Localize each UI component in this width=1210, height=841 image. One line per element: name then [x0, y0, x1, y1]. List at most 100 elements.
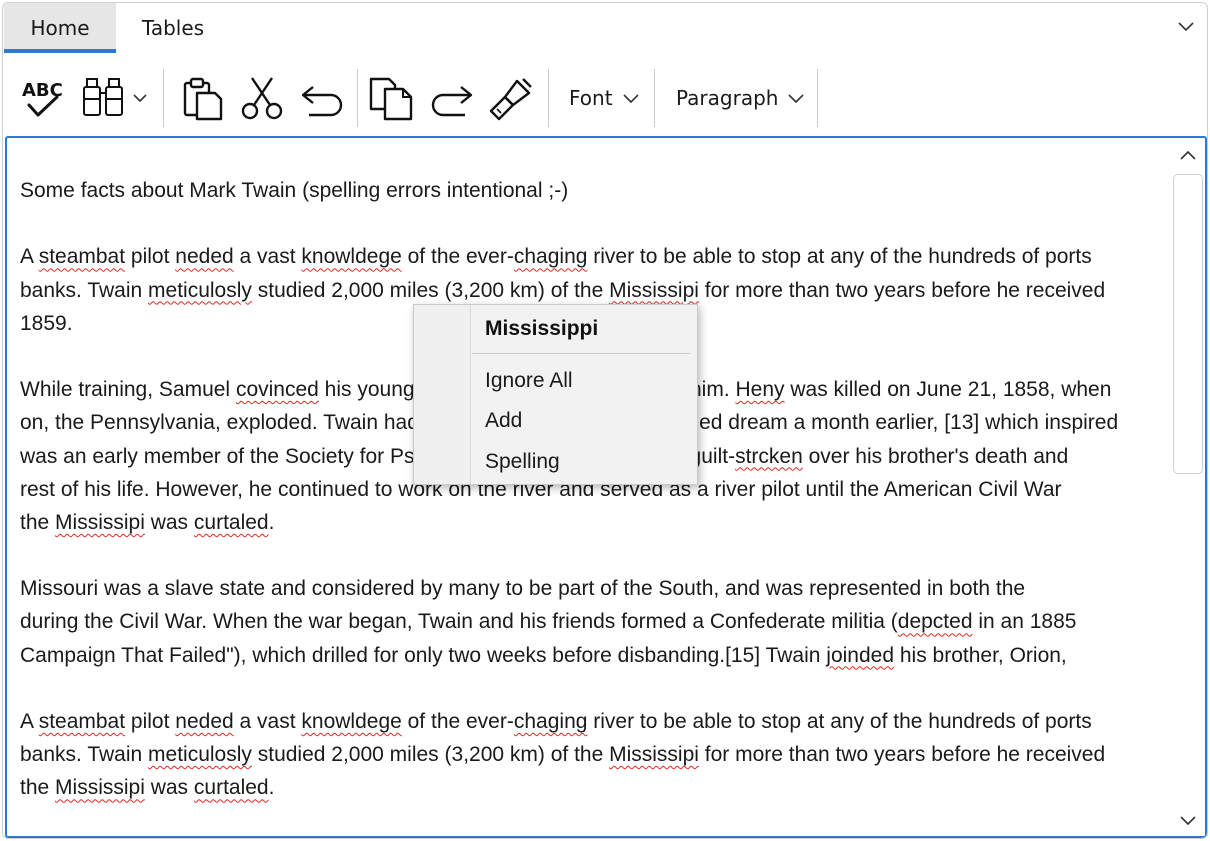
tab-tables-label: Tables [141, 16, 205, 40]
collapse-ribbon-button[interactable] [1173, 13, 1199, 39]
copy-button[interactable] [365, 73, 417, 123]
document-content[interactable]: Some facts about Mark Twain (spelling er… [20, 174, 1180, 836]
text-run: banks. Twain [20, 743, 149, 767]
spelling-suggestion-item[interactable]: Mississippi [485, 317, 598, 341]
cut-button[interactable] [237, 73, 287, 123]
text-run: the [20, 776, 56, 800]
text-run: river to be able to stop at any of the h… [587, 245, 1092, 269]
scroll-thumb[interactable] [1173, 174, 1203, 474]
text-run: studied 2,000 miles (3,200 km) of the [251, 743, 610, 767]
misspelled-word[interactable]: Mississipi [609, 743, 699, 766]
text-run: in an 1885 [972, 610, 1077, 634]
misspelled-word[interactable]: covinced [236, 378, 319, 401]
text-line: Missouri was a slave state and considere… [20, 572, 1180, 605]
text-run: a vast [233, 710, 302, 733]
font-dropdown[interactable]: Font [569, 73, 639, 123]
misspelled-word[interactable]: Mississipi [55, 776, 145, 799]
text-line: during the Civil War. When the war began… [20, 605, 1180, 638]
scroll-down-button[interactable] [1176, 810, 1200, 830]
tab-home-label: Home [30, 16, 90, 40]
text-line: the Mississipi was curtaled. [20, 506, 1180, 539]
tab-tables[interactable]: Tables [116, 3, 230, 53]
redo-button[interactable] [425, 73, 477, 123]
document-paragraph: A steambat pilot neded a vast knowldege … [20, 705, 1180, 805]
misspelled-word[interactable]: curtaled [194, 776, 269, 799]
ignore-all-menu-item[interactable]: Ignore All [485, 369, 573, 393]
misspelled-word[interactable]: steambat [39, 245, 125, 268]
text-run: for more than two years before he receiv… [698, 278, 1106, 302]
font-dropdown-label: Font [569, 86, 613, 110]
paragraph-dropdown-label: Paragraph [676, 86, 779, 110]
document-paragraph: Some facts about Mark Twain (spelling er… [20, 174, 1180, 207]
text-run: was [144, 776, 194, 800]
misspelled-word[interactable]: neded [175, 710, 233, 733]
toolbar-separator [654, 69, 655, 127]
document-editor[interactable]: Some facts about Mark Twain (spelling er… [5, 136, 1207, 838]
chevron-down-icon [1180, 816, 1196, 825]
find-button[interactable] [81, 73, 153, 123]
paragraph-dropdown[interactable]: Paragraph [676, 73, 805, 123]
text-run: was killed on June 21, 1858, when [784, 378, 1112, 402]
misspelled-word[interactable]: Mississipi [55, 511, 145, 534]
misspelled-word[interactable]: knowldege [301, 710, 401, 733]
cut-icon [241, 77, 283, 120]
text-run: over his brother's death and [802, 444, 1069, 468]
text-run: of the ever- [401, 245, 514, 269]
misspelled-word[interactable]: steambat [39, 710, 125, 733]
misspelled-word[interactable]: neded [175, 245, 233, 268]
text-run: pilot [125, 710, 176, 733]
toolbar-separator [357, 69, 358, 127]
misspelled-word[interactable]: chaging [514, 245, 588, 268]
ribbon-toolbar: ABC Font Paragraph [3, 61, 1207, 133]
text-run: A [20, 245, 39, 269]
text-run: banks. Twain [20, 278, 149, 302]
text-line: banks. Twain meticulosly studied 2,000 m… [20, 274, 1180, 307]
spelling-menu-item[interactable]: Spelling [485, 450, 560, 474]
text-run: for more than two years before he receiv… [698, 743, 1106, 767]
misspelled-word[interactable]: strcken [735, 445, 803, 468]
active-tab-indicator [4, 49, 116, 53]
undo-button[interactable] [297, 73, 349, 123]
chevron-down-icon [622, 94, 639, 103]
text-run: A [20, 710, 39, 733]
text-run: a vast [233, 245, 302, 269]
redo-icon [431, 86, 473, 117]
text-line: banks. Twain meticulosly studied 2,000 m… [20, 738, 1180, 771]
ribbon-tab-strip: Home Tables [3, 3, 1207, 53]
tab-home[interactable]: Home [4, 3, 116, 53]
text-run: Some facts about Mark Twain (spelling er… [20, 179, 569, 202]
text-run: was [144, 510, 194, 534]
format-painter-icon [489, 78, 532, 121]
misspelled-word[interactable]: joinded [826, 644, 894, 667]
menu-icon-gutter [414, 305, 471, 484]
misspelled-word[interactable]: Heny [736, 378, 785, 401]
text-run: during the Civil War. When the war began… [20, 610, 898, 634]
spellcheck-button[interactable]: ABC [19, 73, 67, 123]
paste-button[interactable] [177, 73, 227, 123]
misspelled-word[interactable]: curtaled [194, 511, 269, 534]
text-run: the [20, 510, 56, 534]
document-paragraph: Missouri was a slave state and considere… [20, 572, 1180, 672]
text-run: pilot [125, 245, 176, 269]
chevron-down-icon [1178, 22, 1194, 32]
text-run: 1859. [20, 311, 73, 335]
text-run: While training, Samuel [20, 378, 236, 402]
text-line: Campaign That Failed"), which drilled fo… [20, 639, 1180, 672]
misspelled-word[interactable]: depcted [898, 610, 973, 633]
text-line: A steambat pilot neded a vast knowldege … [20, 705, 1180, 738]
vertical-scrollbar[interactable] [1171, 138, 1205, 836]
add-to-dictionary-menu-item[interactable]: Add [485, 409, 522, 433]
misspelled-word[interactable]: meticulosly [148, 279, 252, 302]
misspelled-word[interactable]: knowldege [301, 245, 401, 268]
chevron-up-icon [1180, 151, 1196, 160]
misspelled-word[interactable]: meticulosly [148, 743, 252, 766]
misspelled-word[interactable]: Mississipi [609, 279, 699, 302]
toolbar-separator [817, 69, 818, 127]
scroll-up-button[interactable] [1176, 146, 1200, 166]
misspelled-word[interactable]: chaging [514, 710, 588, 733]
spellcheck-icon: ABC [22, 80, 63, 117]
toolbar-separator [163, 69, 164, 127]
format-painter-button[interactable] [485, 73, 537, 123]
text-run: Campaign That Failed"), which drilled fo… [20, 643, 827, 667]
menu-separator [472, 353, 690, 354]
